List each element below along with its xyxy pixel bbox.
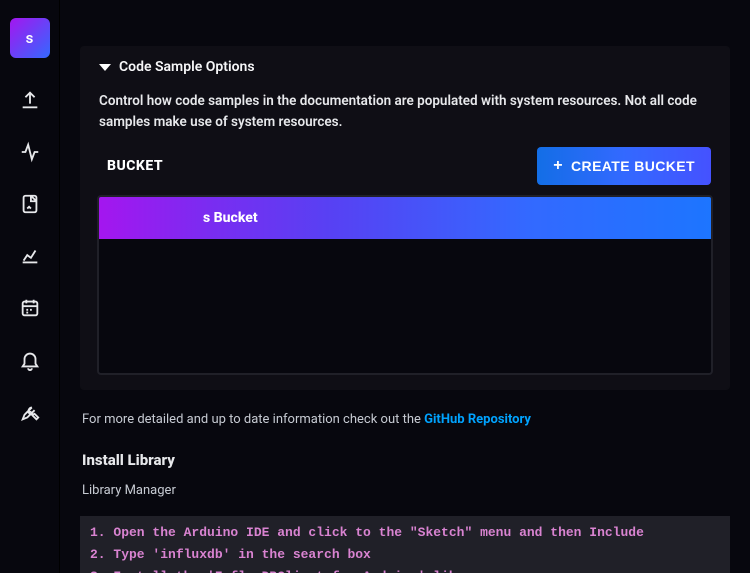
code-line-3: 3. Install the 'InfluxDBClient for Ardui… bbox=[90, 569, 488, 573]
org-logo[interactable]: s bbox=[10, 18, 50, 58]
chart-icon bbox=[19, 245, 41, 271]
create-bucket-button[interactable]: + CREATE BUCKET bbox=[537, 147, 711, 185]
code-line-2: 2. Type 'influxdb' in the search box bbox=[90, 547, 371, 562]
panel-title: Code Sample Options bbox=[119, 59, 255, 75]
main-content: Code Sample Options Control how code sam… bbox=[60, 0, 750, 573]
nav-explore[interactable] bbox=[8, 132, 52, 176]
github-repo-link[interactable]: GitHub Repository bbox=[424, 412, 531, 427]
create-bucket-label: CREATE BUCKET bbox=[571, 158, 695, 174]
nav-alerts[interactable] bbox=[8, 340, 52, 384]
code-line-1: 1. Open the Arduino IDE and click to the… bbox=[90, 525, 644, 540]
sidebar: s bbox=[0, 0, 60, 573]
library-manager-subheading: Library Manager bbox=[82, 483, 728, 498]
pulse-icon bbox=[19, 141, 41, 167]
install-library-heading: Install Library bbox=[82, 451, 728, 469]
more-info-line: For more detailed and up to date informa… bbox=[82, 412, 728, 427]
code-sample-options-panel: Code Sample Options Control how code sam… bbox=[80, 46, 730, 390]
upload-icon bbox=[19, 89, 41, 115]
plus-icon: + bbox=[553, 158, 563, 174]
calendar-icon bbox=[19, 297, 41, 323]
panel-header[interactable]: Code Sample Options bbox=[97, 49, 713, 83]
bucket-selected-row[interactable]: s Bucket bbox=[99, 197, 711, 239]
nav-settings[interactable] bbox=[8, 392, 52, 436]
bell-icon bbox=[19, 349, 41, 375]
bucket-selected-name: s Bucket bbox=[203, 210, 258, 226]
nav-notebooks[interactable] bbox=[8, 184, 52, 228]
nav-dashboards[interactable] bbox=[8, 236, 52, 280]
bucket-row-header: BUCKET + CREATE BUCKET bbox=[99, 147, 711, 185]
code-instructions: 1. Open the Arduino IDE and click to the… bbox=[80, 516, 730, 573]
org-logo-letter: s bbox=[26, 29, 34, 47]
wrench-icon bbox=[19, 401, 41, 427]
caret-down-icon bbox=[99, 64, 111, 71]
more-info-prefix: For more detailed and up to date informa… bbox=[82, 412, 424, 427]
nav-ingest[interactable] bbox=[8, 80, 52, 124]
bucket-list: s Bucket bbox=[97, 195, 713, 375]
nav-tasks[interactable] bbox=[8, 288, 52, 332]
notebook-icon bbox=[19, 193, 41, 219]
bucket-label: BUCKET bbox=[99, 158, 163, 174]
panel-description: Control how code samples in the document… bbox=[99, 91, 711, 133]
